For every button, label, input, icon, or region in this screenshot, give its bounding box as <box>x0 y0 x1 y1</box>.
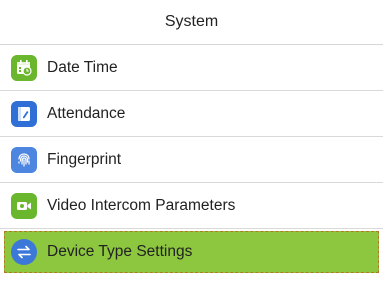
system-menu: Date Time Attendance Fingerprint Video I… <box>0 45 383 273</box>
menu-item-attendance[interactable]: Attendance <box>0 91 383 137</box>
menu-item-fingerprint[interactable]: Fingerprint <box>0 137 383 183</box>
swap-arrows-icon <box>11 239 37 265</box>
attendance-book-icon <box>11 100 37 127</box>
menu-item-label: Attendance <box>47 104 126 122</box>
menu-item-label: Fingerprint <box>47 150 122 168</box>
menu-item-label: Device Type Settings <box>47 243 193 260</box>
fingerprint-icon <box>11 146 37 173</box>
system-screen: System Date Time Attendance Fingerprint … <box>0 0 383 287</box>
menu-item-label: Date Time <box>47 58 118 76</box>
menu-item-date-time[interactable]: Date Time <box>0 45 383 91</box>
video-camera-icon <box>11 192 37 219</box>
menu-item-label: Video Intercom Parameters <box>47 196 236 214</box>
menu-item-device-type-settings[interactable]: Device Type Settings <box>4 231 379 273</box>
calendar-clock-icon <box>11 54 37 81</box>
page-title: System <box>0 0 383 45</box>
menu-item-video-intercom-parameters[interactable]: Video Intercom Parameters <box>0 183 383 229</box>
